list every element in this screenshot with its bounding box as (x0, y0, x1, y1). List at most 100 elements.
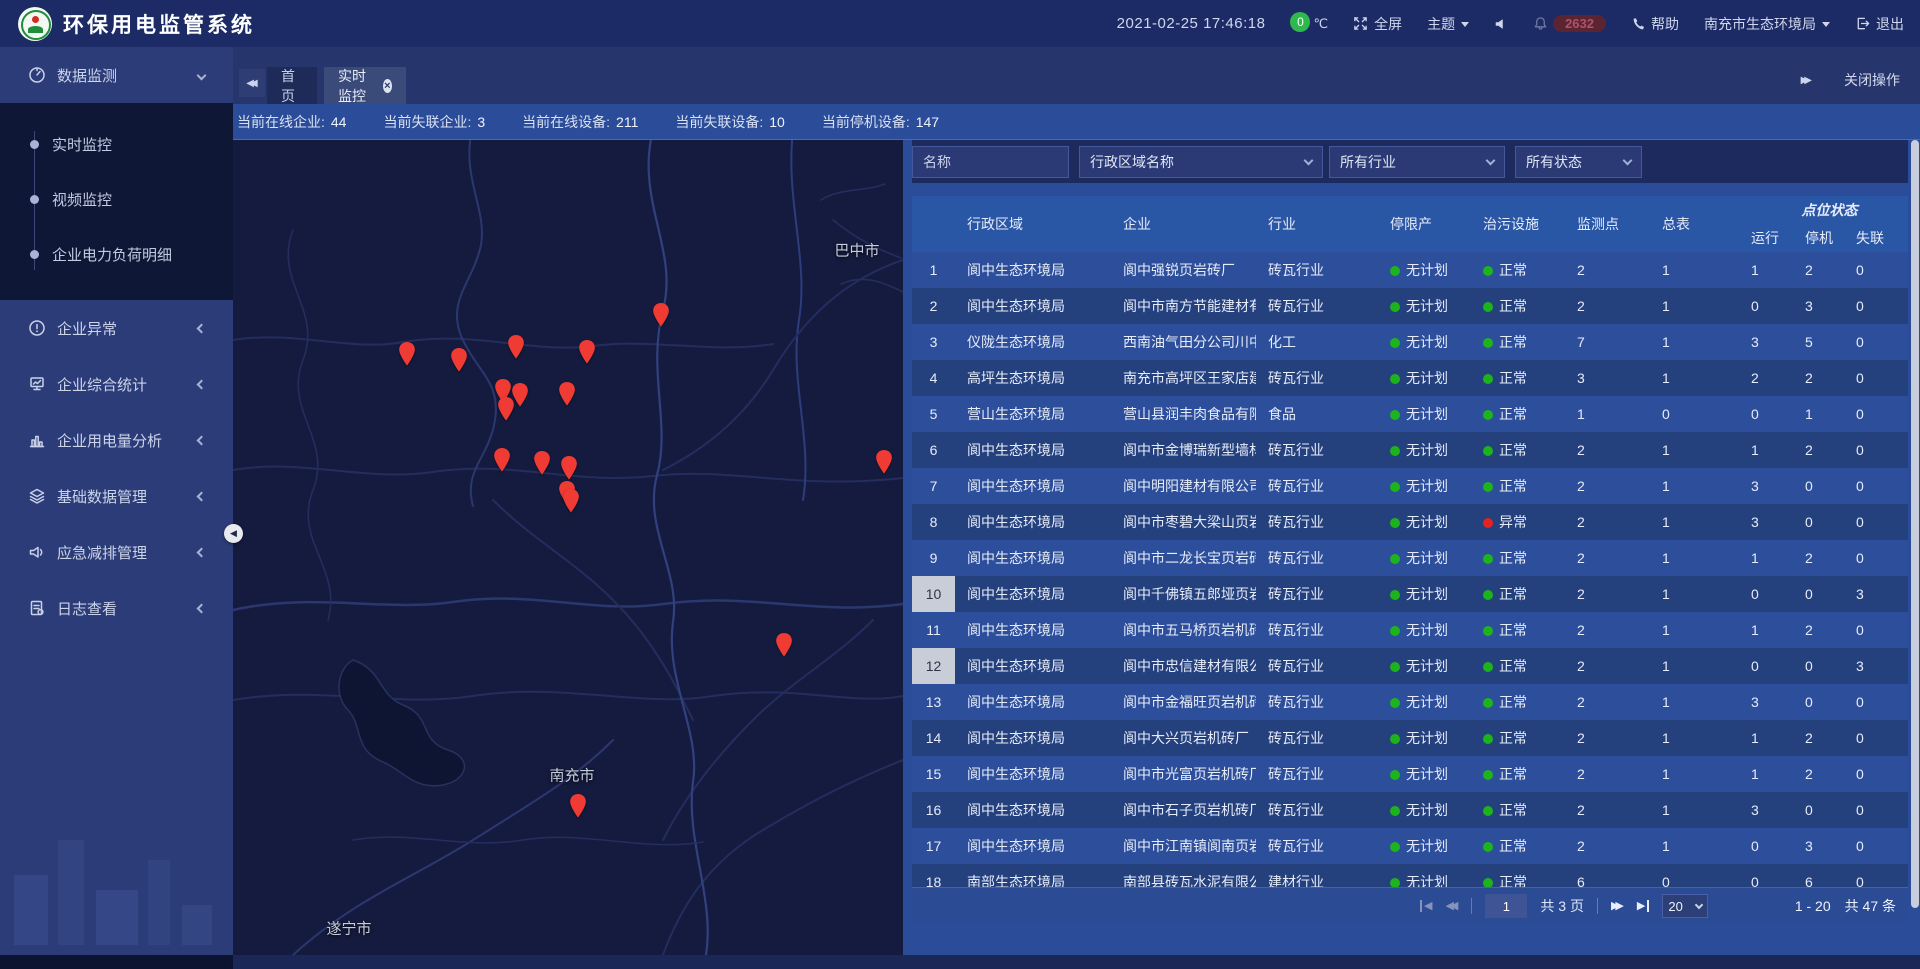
status-filter-select[interactable]: 所有状态 (1515, 146, 1642, 178)
map-pin[interactable] (508, 335, 525, 359)
status-dot-icon (1390, 410, 1400, 420)
industry-filter-value: 所有行业 (1340, 152, 1396, 172)
cell-halt: 2 (1793, 622, 1844, 638)
map-pin[interactable] (876, 450, 893, 474)
table-row[interactable]: 14 阆中生态环境局 阆中大兴页岩机砖厂 砖瓦行业 无计划 正常 2 1 1 2… (912, 720, 1908, 756)
vertical-scrollbar[interactable] (1911, 140, 1919, 908)
cell-lost: 0 (1844, 442, 1908, 458)
table-row[interactable]: 8 阆中生态环境局 阆中市枣碧大梁山页岩 砖瓦行业 无计划 异常 2 1 3 0… (912, 504, 1908, 540)
mute-button[interactable] (1494, 17, 1508, 31)
cell-facility-status: 正常 (1471, 332, 1565, 352)
map-pin[interactable] (494, 448, 511, 472)
cell-run: 1 (1739, 442, 1793, 458)
map-pin[interactable] (534, 451, 551, 475)
map-pin[interactable] (451, 348, 468, 372)
cell-stop-status: 无计划 (1378, 872, 1471, 887)
map-pin[interactable] (399, 342, 416, 366)
sidebar-subitem[interactable]: 视频监控 (0, 172, 233, 227)
sidebar-subitem[interactable]: 实时监控 (0, 117, 233, 172)
user-menu[interactable]: 南充市生态环境局 (1704, 14, 1830, 34)
help-button[interactable]: 帮助 (1631, 14, 1679, 34)
map-pin[interactable] (561, 456, 578, 480)
cell-industry: 砖瓦行业 (1256, 512, 1378, 532)
map-pin[interactable] (563, 489, 580, 513)
logout-button[interactable]: 退出 (1855, 14, 1904, 34)
cell-facility-status: 正常 (1471, 296, 1565, 316)
stat-value: 3 (477, 114, 485, 130)
cell-halt: 1 (1793, 406, 1844, 422)
table-row[interactable]: 4 高坪生态环境局 南充市高坪区王家店建 砖瓦行业 无计划 正常 3 1 2 2… (912, 360, 1908, 396)
last-page-button[interactable]: ▶ (1637, 901, 1649, 912)
table-row[interactable]: 18 南部生态环境局 南部县砖瓦水泥有限公 建材行业 无计划 正常 6 0 0 … (912, 864, 1908, 887)
page-size-select[interactable]: 20 (1662, 894, 1708, 918)
sidebar-item-enterprise-anomaly[interactable]: 企业异常 (0, 300, 233, 356)
sidebar-item-label: 企业用电量分析 (57, 430, 162, 451)
sidebar-item-emergency-reduction[interactable]: 应急减排管理 (0, 524, 233, 580)
next-page-button[interactable]: ▶▶ (1611, 901, 1624, 912)
previous-page-button[interactable]: ◀◀ (1445, 901, 1458, 912)
sidebar-item-log-view[interactable]: 日志查看 (0, 580, 233, 636)
table-row[interactable]: 10 阆中生态环境局 阆中千佛镇五郎垭页岩 砖瓦行业 无计划 正常 2 1 0 … (912, 576, 1908, 612)
column-header-region: 行政区域 (955, 214, 1111, 234)
map-pin[interactable] (579, 340, 596, 364)
tabs-scroll-left-button[interactable]: ◀◀ (239, 69, 265, 97)
cell-facility-status: 正常 (1471, 440, 1565, 460)
tab-home[interactable]: 首页 (267, 67, 317, 104)
status-dot-icon (1390, 626, 1400, 636)
map-pin[interactable] (498, 397, 515, 421)
table-row[interactable]: 5 营山生态环境局 营山县润丰肉食品有限 食品 无计划 正常 1 0 0 1 0 (912, 396, 1908, 432)
sidebar-subitem[interactable]: 企业电力负荷明细 (0, 227, 233, 282)
table-row[interactable]: 13 阆中生态环境局 阆中市金福旺页岩机砖 砖瓦行业 无计划 正常 2 1 3 … (912, 684, 1908, 720)
cell-stop-status: 无计划 (1378, 260, 1471, 280)
table-row[interactable]: 1 阆中生态环境局 阆中强锐页岩砖厂 砖瓦行业 无计划 正常 2 1 1 2 0 (912, 252, 1908, 288)
cell-meters: 1 (1650, 514, 1739, 530)
sidebar-item-data-monitoring[interactable]: 数据监测 (0, 47, 233, 103)
speaker-icon (1494, 17, 1508, 31)
table-row[interactable]: 2 阆中生态环境局 阆中市南方节能建材有 砖瓦行业 无计划 正常 2 1 0 3… (912, 288, 1908, 324)
cell-facility-status: 正常 (1471, 692, 1565, 712)
sidebar-collapse-button[interactable]: ◀ (224, 524, 243, 543)
first-page-button[interactable]: ◀ (1420, 901, 1432, 912)
region-filter-select[interactable]: 行政区域名称 (1079, 146, 1323, 178)
table-row[interactable]: 9 阆中生态环境局 阆中市二龙长宝页岩砖 砖瓦行业 无计划 正常 2 1 1 2… (912, 540, 1908, 576)
sidebar-item-base-data[interactable]: 基础数据管理 (0, 468, 233, 524)
table-row[interactable]: 12 阆中生态环境局 阆中市忠信建材有限公 砖瓦行业 无计划 正常 2 1 0 … (912, 648, 1908, 684)
cell-industry: 砖瓦行业 (1256, 368, 1378, 388)
cell-halt: 3 (1793, 838, 1844, 854)
map-pin[interactable] (570, 794, 587, 818)
table-row[interactable]: 16 阆中生态环境局 阆中市石子页岩机砖厂 砖瓦行业 无计划 正常 2 1 3 … (912, 792, 1908, 828)
close-operations-button[interactable]: 关闭操作 (1838, 69, 1906, 91)
notification-area[interactable]: 2632 (1533, 15, 1606, 32)
table-row[interactable]: 3 仪陇生态环境局 西南油气田分公司川中 化工 无计划 正常 7 1 3 5 0 (912, 324, 1908, 360)
cell-region: 阆中生态环境局 (955, 512, 1111, 532)
map-panel[interactable]: 巴中市南充市遂宁市 (233, 140, 903, 955)
logout-label: 退出 (1876, 14, 1904, 34)
table-row[interactable]: 11 阆中生态环境局 阆中市五马桥页岩机砖 砖瓦行业 无计划 正常 2 1 1 … (912, 612, 1908, 648)
tabs-scroll-right-button[interactable]: ▶▶ (1801, 75, 1814, 86)
name-filter-input[interactable] (912, 146, 1069, 178)
phone-icon (1631, 17, 1645, 31)
fullscreen-button[interactable]: 全屏 (1353, 14, 1402, 34)
table-row[interactable]: 6 阆中生态环境局 阆中市金博瑞新型墙材 砖瓦行业 无计划 正常 2 1 1 2… (912, 432, 1908, 468)
cell-stop-status: 无计划 (1378, 692, 1471, 712)
theme-dropdown[interactable]: 主题 (1427, 14, 1469, 34)
cell-points: 2 (1565, 694, 1650, 710)
cell-points: 2 (1565, 550, 1650, 566)
map-pin[interactable] (653, 303, 670, 327)
page-number-input[interactable] (1485, 894, 1527, 918)
table-row[interactable]: 15 阆中生态环境局 阆中市光富页岩机砖厂 砖瓦行业 无计划 正常 2 1 1 … (912, 756, 1908, 792)
tab-close-icon[interactable]: × (383, 79, 392, 93)
cell-stop-status: 无计划 (1378, 548, 1471, 568)
sidebar-item-power-analysis[interactable]: 企业用电量分析 (0, 412, 233, 468)
table-row[interactable]: 7 阆中生态环境局 阆中明阳建材有限公司 砖瓦行业 无计划 正常 2 1 3 0… (912, 468, 1908, 504)
tab-realtime-monitoring[interactable]: 实时监控 × (324, 67, 406, 104)
industry-filter-select[interactable]: 所有行业 (1329, 146, 1505, 178)
sidebar-item-enterprise-statistics[interactable]: 企业综合统计 (0, 356, 233, 412)
cell-facility-status: 正常 (1471, 728, 1565, 748)
table-row[interactable]: 17 阆中生态环境局 阆中市江南镇阆南页岩 砖瓦行业 无计划 正常 2 1 0 … (912, 828, 1908, 864)
top-header: 环保用电监管系统 2021-02-25 17:46:18 0 ℃ 全屏 主题 (0, 0, 1920, 47)
map-pin[interactable] (559, 382, 576, 406)
notification-count-badge[interactable]: 2632 (1553, 15, 1606, 32)
map-pin[interactable] (776, 633, 793, 657)
temperature-value-badge: 0 (1290, 12, 1310, 32)
